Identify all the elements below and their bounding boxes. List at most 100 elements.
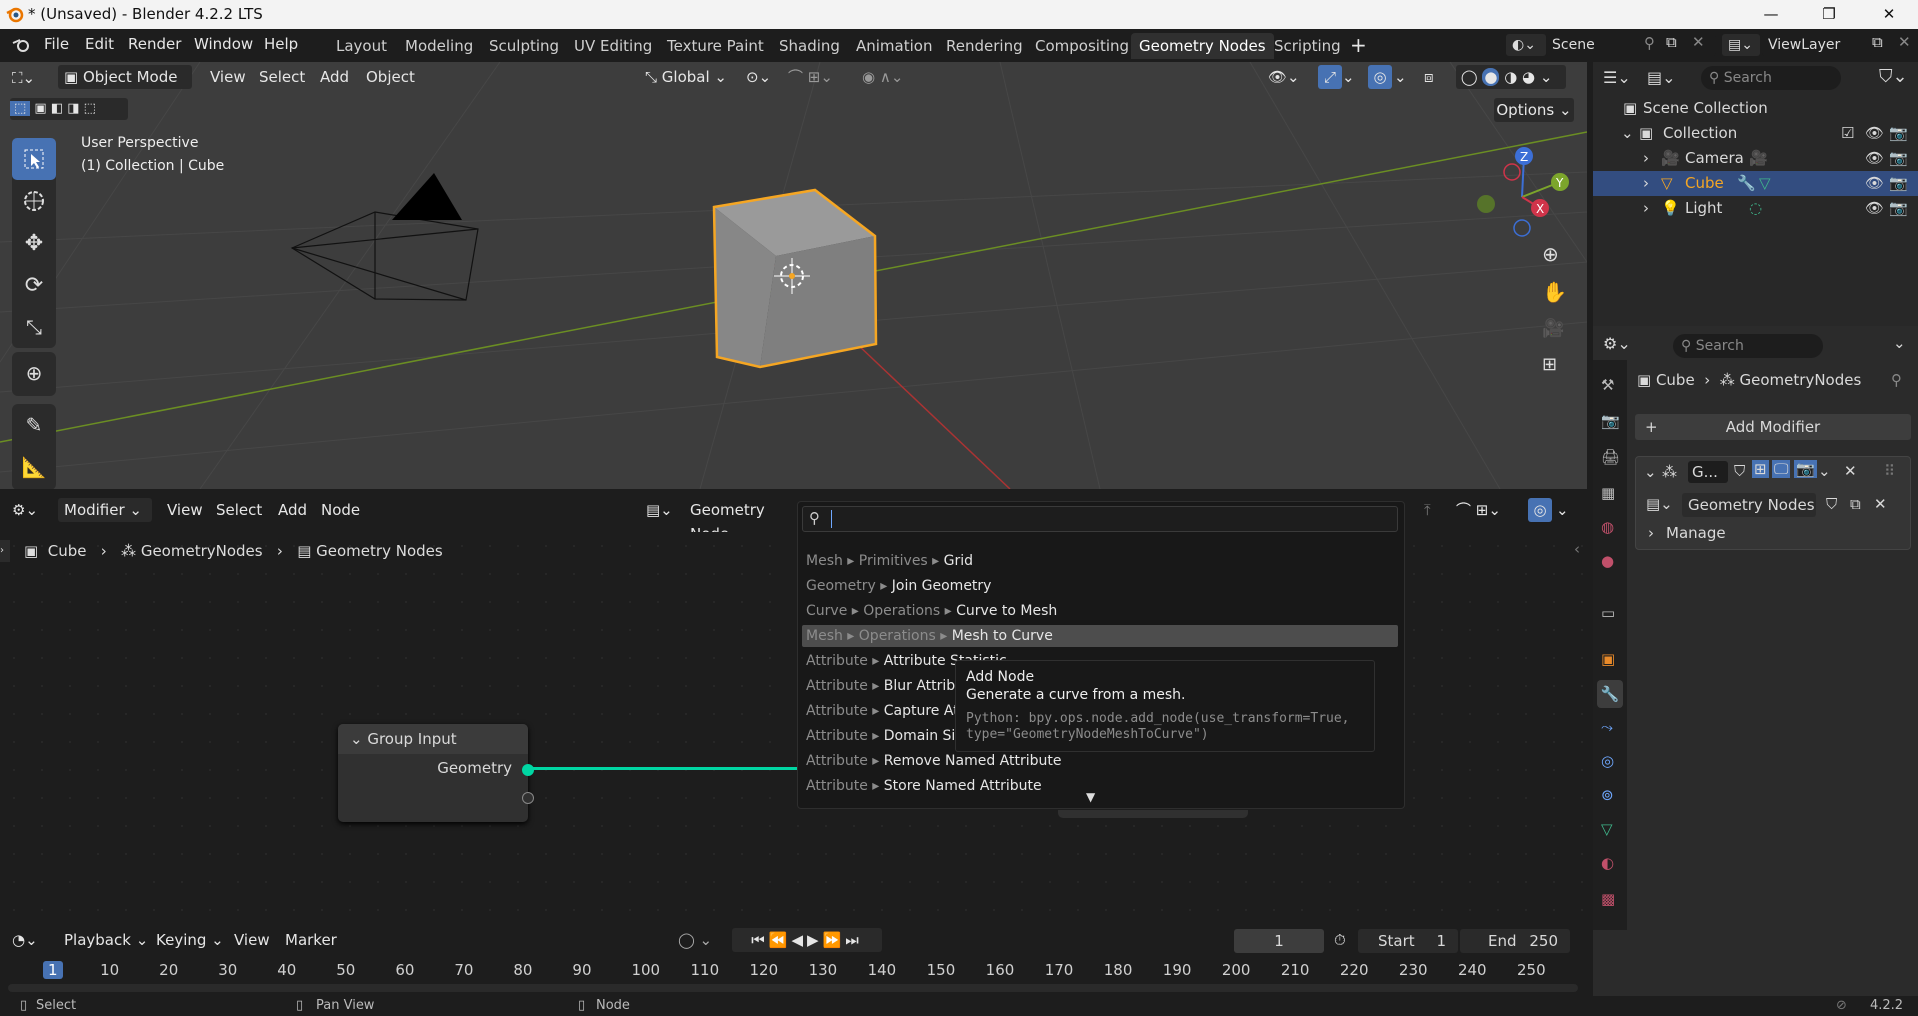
properties-editor-icon[interactable]: ⚙⌄ [1603,334,1631,353]
cage-toggle-icon[interactable]: ⊞ [1752,460,1769,478]
properties-options-icon[interactable]: ⌄ [1893,334,1906,352]
timeline-scrollbar[interactable] [8,984,1578,992]
menu-help[interactable]: Help [264,35,298,53]
edit-mode-toggle-icon[interactable]: ⛉ [1734,462,1745,480]
frame-tick-label[interactable]: 190 [1163,961,1192,979]
maximize-button[interactable]: ❐ [1806,0,1852,29]
frame-tick-label[interactable]: 110 [690,961,719,979]
expand-chevron-icon[interactable]: › [1643,146,1649,171]
frame-tick-label[interactable]: 10 [100,961,119,979]
frame-tick-label[interactable]: 40 [277,961,296,979]
options-button[interactable]: Options ⌄ [1494,98,1574,122]
move-tool-icon[interactable]: ✥ [12,222,56,264]
frame-tick-label[interactable]: 90 [572,961,591,979]
cursor-tool-icon[interactable] [12,180,56,222]
timeline-editor-icon[interactable]: ◔⌄ [12,928,38,952]
viewport-menu-view[interactable]: View [210,65,246,89]
frame-tick-label[interactable]: 160 [986,961,1015,979]
frame-tick-label[interactable]: 100 [631,961,660,979]
preview-range-icon[interactable]: ⏱ [1334,928,1346,952]
pan-hand-icon[interactable]: ✋ [1542,280,1567,304]
properties-search-input[interactable]: ⚲ Search [1673,334,1823,358]
menu-window[interactable]: Window [194,35,253,53]
frame-tick-label[interactable]: 20 [159,961,178,979]
physics-tab-icon[interactable]: ◎ [1601,752,1614,770]
auto-keying-icon[interactable]: ◯ ⌄ [678,928,712,952]
select-mode-icons[interactable]: ⬚ ▣ ◧ ◨ ⬚ [10,98,128,120]
3d-viewport[interactable]: ⛶⌄ ▣ Object Mode ⌄ View Select Add Objec… [0,62,1587,489]
render-toggle-icon[interactable]: 📷 [1794,460,1817,478]
render-camera-icon[interactable]: 📷 [1889,196,1908,221]
add-modifier-button[interactable]: + Add Modifier [1635,414,1911,440]
end-frame-field[interactable]: End 250 [1460,929,1570,953]
render-camera-icon[interactable]: 📷 [1889,146,1908,171]
zoom-icon[interactable]: ⊕ [1542,242,1559,266]
node-sidebar-toggle-icon[interactable]: ‹ [1574,540,1580,558]
frame-tick-label[interactable]: 200 [1222,961,1251,979]
eye-icon[interactable]: 👁 [1865,171,1884,196]
world-tab-icon[interactable]: ● [1601,552,1614,570]
search-result-highlighted[interactable]: Mesh ▸ Operations ▸ Mesh to Curve [802,625,1398,647]
group-output-node-edge[interactable] [1058,810,1248,818]
navigation-gizmo[interactable]: Z Y X [1472,142,1572,242]
search-result[interactable]: Attribute ▸ Remove Named Attribute [802,750,1398,772]
fake-user-shield-icon[interactable]: ⛉ [1826,495,1837,513]
tab-rendering[interactable]: Rendering [938,33,1031,59]
pin-icon[interactable]: ⚲ [1891,371,1902,389]
scene-tab-icon[interactable]: ◍ [1601,518,1614,536]
filter-icon[interactable]: ⛉⌄ [1879,66,1908,87]
parent-node-tree-icon[interactable]: ⤒ [1424,498,1431,522]
node-overlay-icon[interactable]: ◎ [1528,498,1552,522]
outliner[interactable]: ☰⌄ ▤⌄ ⚲ Search ⛉⌄ ▣ Scene Collection ⌄ ▣ Co… [1593,62,1918,326]
frame-tick-label[interactable]: 150 [927,961,956,979]
view-layer-tab-icon[interactable]: ▦ [1601,484,1615,502]
outliner-item-light[interactable]: › 💡 Light ◌ 👁 📷 [1593,196,1918,221]
unlink-icon[interactable]: ✕ [1874,495,1887,513]
empty-output-socket[interactable] [522,792,534,804]
node-editor-type-icon[interactable]: ⚙⌄ [12,498,38,522]
node-snap-icon[interactable]: ⌒ ⊞⌄ [1456,498,1501,522]
node-menu-select[interactable]: Select [216,498,262,522]
data-tab-icon[interactable]: ▽ [1601,820,1613,838]
frame-tick-label[interactable]: 180 [1104,961,1133,979]
particles-tab-icon[interactable]: ⤳ [1601,718,1613,736]
tab-layout[interactable]: Layout [328,33,395,59]
tab-shading[interactable]: Shading [771,33,848,59]
viewport-toggle-icon[interactable]: 🖵 [1772,460,1791,478]
output-tab-icon[interactable]: 🖨 [1601,448,1620,466]
timeline-menu-view[interactable]: View [234,928,270,952]
select-box-tool-icon[interactable] [12,138,56,180]
tab-texture-paint[interactable]: Texture Paint [659,33,772,59]
pin-icon[interactable]: ⚲ [1644,34,1655,52]
rotate-tool-icon[interactable]: ⟳ [12,264,56,306]
drag-handle-icon[interactable]: ⠿ [1884,462,1895,480]
new-viewlayer-icon[interactable]: ⧉ [1872,33,1883,51]
tool-tab-icon[interactable]: ⚒ [1601,376,1614,394]
orientation-dropdown[interactable]: ⤡ Global ⌄ [645,65,727,89]
visibility-icon[interactable]: 👁⌄ [1268,65,1300,89]
frame-tick-label[interactable]: 30 [218,961,237,979]
constraints-tab-icon[interactable]: ⊚ [1601,786,1614,804]
node-group-field[interactable]: Geometry Nodes [1682,493,1816,517]
outliner-search-input[interactable]: ⚲ Search [1701,66,1841,90]
ortho-grid-icon[interactable]: ⊞ [1542,354,1557,375]
frame-tick-label[interactable]: 130 [809,961,838,979]
viewport-menu-object[interactable]: Object [366,65,415,89]
frame-tick-label[interactable]: 120 [750,961,779,979]
pivot-icon[interactable]: ⊙⌄ [746,65,771,89]
minimize-button[interactable]: — [1748,0,1794,29]
scene-selector-icon[interactable]: ◐⌄ [1506,34,1546,56]
collection-tab-icon[interactable]: ▭ [1601,604,1615,622]
editor-type-icon[interactable]: ⛶⌄ [12,66,35,90]
node-editor-type-dropdown[interactable]: Modifier ⌄ [58,498,152,522]
object-tab-icon[interactable]: ▣ [1601,650,1615,668]
overlay-dropdown-icon[interactable]: ⌄ [1394,65,1407,89]
mode-dropdown[interactable]: ▣ Object Mode ⌄ [58,65,192,110]
transform-tool-icon[interactable]: ⊕ [12,352,56,396]
overlay-toggle-icon[interactable]: ◎ [1368,65,1392,89]
outliner-collection[interactable]: ⌄ ▣ Collection ☑ 👁 📷 [1593,121,1918,146]
frame-tick-label[interactable]: 70 [454,961,473,979]
tab-sculpting[interactable]: Sculpting [481,33,567,59]
eye-icon[interactable]: 👁 [1865,146,1884,171]
frame-tick-label[interactable]: 250 [1517,961,1546,979]
